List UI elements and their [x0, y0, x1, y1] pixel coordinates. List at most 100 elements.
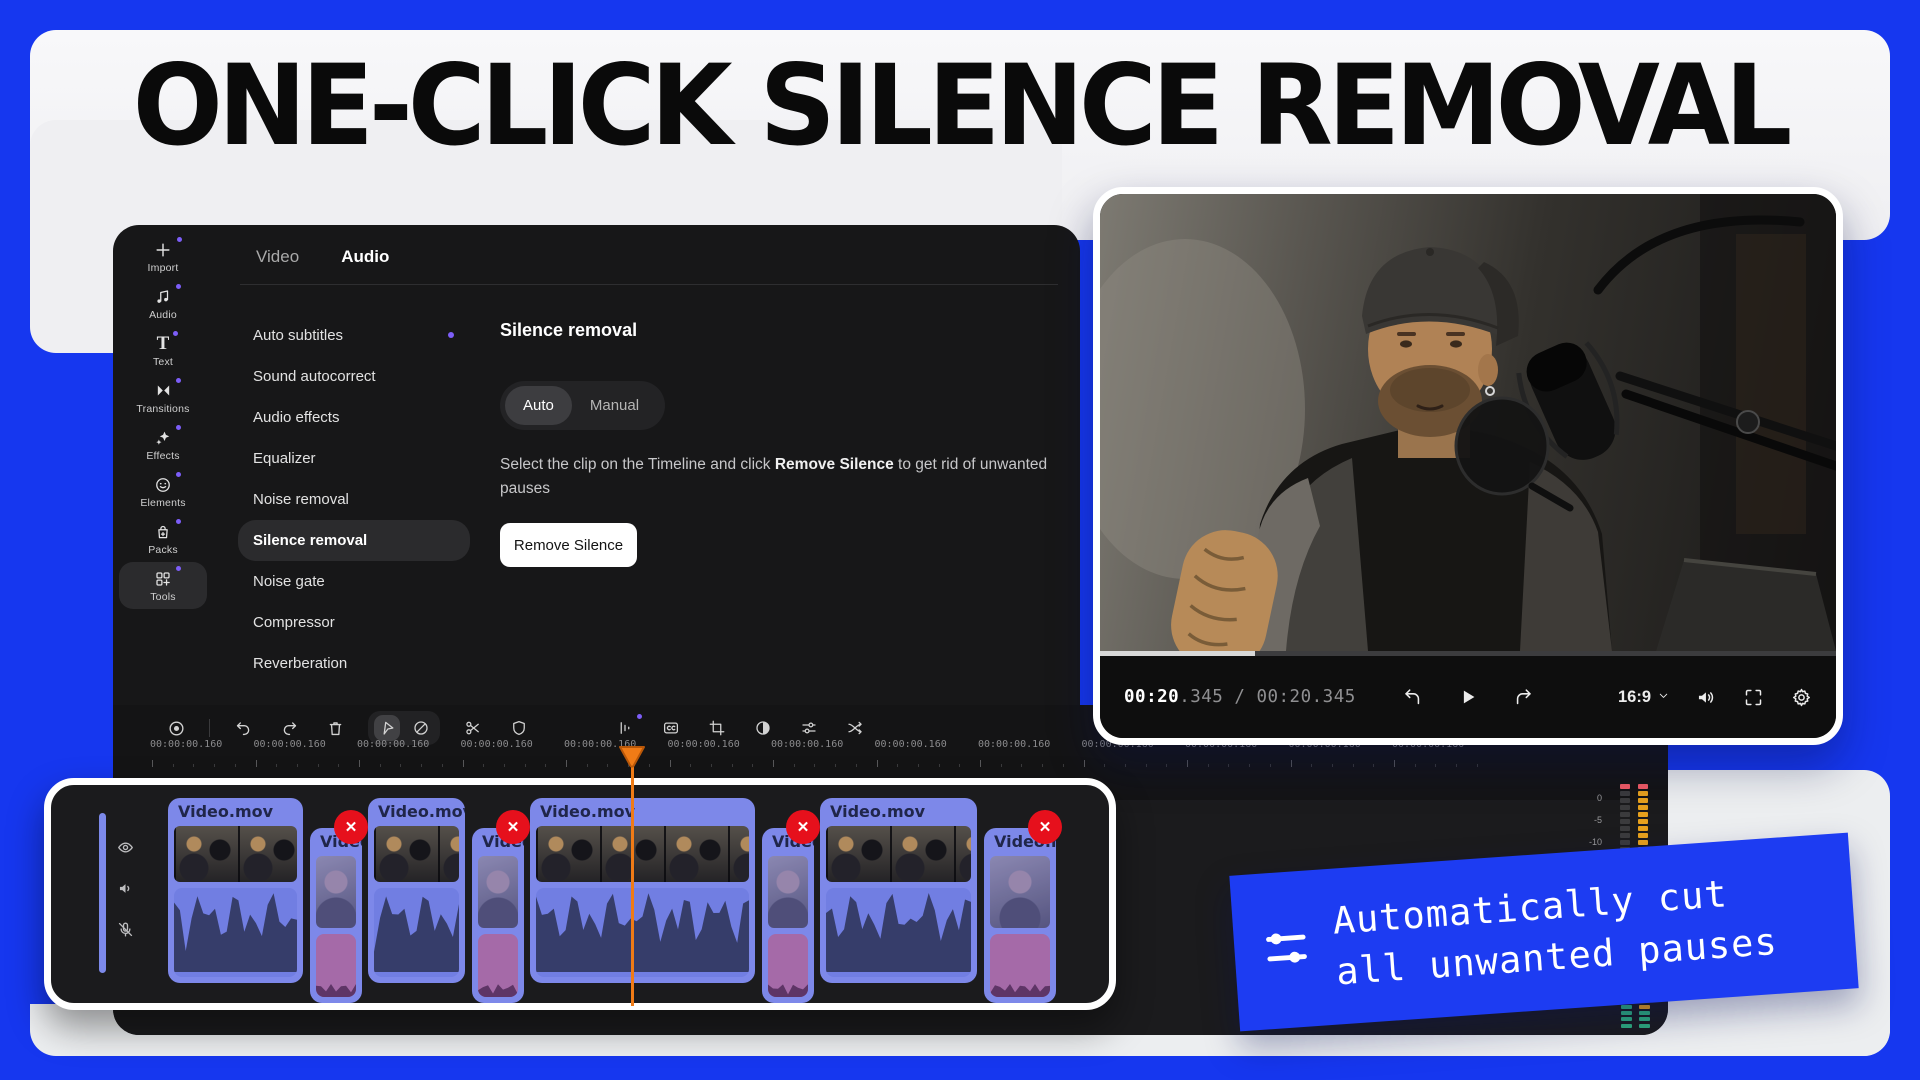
tab-divider — [240, 284, 1058, 285]
delete-silence-badge[interactable]: ✕ — [334, 810, 368, 844]
redo-icon[interactable] — [276, 715, 302, 741]
track-accent-bar — [99, 813, 106, 973]
track-header — [113, 835, 137, 941]
sidebar-item-import[interactable]: Import — [119, 233, 207, 280]
mode-auto-button[interactable]: Auto — [505, 386, 572, 425]
menu-item-silence-removal[interactable]: Silence removal — [238, 520, 470, 561]
slip-icon[interactable] — [408, 715, 434, 741]
split-icon[interactable] — [842, 715, 868, 741]
clip-name: Video.mov — [378, 802, 465, 821]
video-preview-card: 00:20.345 / 00:20.345 16:9 — [1093, 187, 1843, 745]
ruler-label: 00:00:00.160 — [875, 739, 947, 750]
sidebar-rail: Import Audio T Text Transitions Effects … — [119, 233, 207, 609]
timeline-clip-video[interactable]: Video.mov — [168, 798, 303, 983]
speaker-icon[interactable] — [113, 876, 137, 900]
text-icon: T — [157, 333, 170, 354]
adjust-icon[interactable] — [796, 715, 822, 741]
playhead-handle[interactable] — [617, 744, 647, 770]
sidebar-item-transitions[interactable]: Transitions — [119, 374, 207, 421]
menu-item-noise-removal[interactable]: Noise removal — [238, 479, 470, 520]
shield-icon[interactable] — [506, 715, 532, 741]
delete-silence-badge[interactable]: ✕ — [496, 810, 530, 844]
tab-audio[interactable]: Audio — [341, 247, 389, 267]
delete-silence-badge[interactable]: ✕ — [1028, 810, 1062, 844]
plus-icon — [153, 239, 173, 260]
menu-item-sound-autocorrect[interactable]: Sound autocorrect — [238, 356, 470, 397]
ruler-label: 00:00:00.160 — [357, 739, 429, 750]
audio-tools-menu: Auto subtitlesSound autocorrectAudio eff… — [238, 315, 470, 684]
play-icon[interactable] — [1455, 684, 1481, 710]
notification-dot — [176, 566, 181, 571]
sidebar-item-effects[interactable]: Effects — [119, 421, 207, 468]
ruler-label: 00:00:00.160 — [668, 739, 740, 750]
eye-icon[interactable] — [113, 835, 137, 859]
ruler-label: 00:00:00.160 — [254, 739, 326, 750]
silence-waveform — [478, 934, 518, 997]
skip-forward-icon[interactable] — [1511, 684, 1537, 710]
pane-title: Silence removal — [500, 320, 637, 341]
clip-thumbnail — [768, 856, 808, 928]
menu-item-noise-gate[interactable]: Noise gate — [238, 561, 470, 602]
remove-silence-button[interactable]: Remove Silence — [500, 523, 637, 567]
timeline-clip-video[interactable]: Video.mov — [820, 798, 977, 983]
timeline-clip-silence[interactable]: Video.mov ✕ — [472, 828, 524, 1003]
notification-dot — [176, 519, 181, 524]
ruler-label: 00:00:00.160 — [978, 739, 1050, 750]
sidebar-item-packs[interactable]: Packs — [119, 515, 207, 562]
timeline-clip-video[interactable]: Video.mov — [368, 798, 465, 983]
pane-description: Select the clip on the Timeline and clic… — [500, 453, 1065, 501]
sidebar-item-elements[interactable]: Elements — [119, 468, 207, 515]
skip-back-icon[interactable] — [1399, 684, 1425, 710]
note-icon — [154, 286, 172, 307]
menu-item-reverberation[interactable]: Reverberation — [238, 643, 470, 684]
delete-silence-badge[interactable]: ✕ — [786, 810, 820, 844]
menu-item-auto-subtitles[interactable]: Auto subtitles — [238, 315, 470, 356]
timeline-clip-silence[interactable]: Video.mov ✕ — [762, 828, 814, 1003]
sidebar-item-tools[interactable]: Tools — [119, 562, 207, 609]
sidebar-item-audio[interactable]: Audio — [119, 280, 207, 327]
clip-thumbnail — [316, 856, 356, 928]
notification-dot — [637, 714, 642, 719]
crop-icon[interactable] — [704, 715, 730, 741]
mode-manual-button[interactable]: Manual — [572, 386, 657, 425]
sliders-icon — [1259, 920, 1315, 980]
notification-dot — [176, 472, 181, 477]
video-frame[interactable] — [1100, 194, 1836, 651]
clip-filmstrip — [174, 826, 297, 882]
notification-dot — [448, 332, 454, 338]
page-title: ONE-CLICK SILENCE REMOVAL — [30, 41, 1890, 170]
settings-gear-icon[interactable] — [1788, 684, 1814, 710]
player-controls: 00:20.345 / 00:20.345 16:9 — [1100, 656, 1836, 738]
mute-icon[interactable] — [113, 917, 137, 941]
transport-controls — [1399, 684, 1537, 710]
trash-icon[interactable] — [322, 715, 348, 741]
captions-icon[interactable] — [658, 715, 684, 741]
record-icon[interactable] — [163, 715, 189, 741]
menu-item-compressor[interactable]: Compressor — [238, 602, 470, 643]
undo-icon[interactable] — [230, 715, 256, 741]
select-icon[interactable] — [374, 715, 400, 741]
menu-item-audio-effects[interactable]: Audio effects — [238, 397, 470, 438]
notification-dot — [176, 425, 181, 430]
menu-item-equalizer[interactable]: Equalizer — [238, 438, 470, 479]
fullscreen-icon[interactable] — [1740, 684, 1766, 710]
timeline-clip-video[interactable]: Video.mov — [530, 798, 755, 983]
cut-icon[interactable] — [460, 715, 486, 741]
clip-waveform — [374, 888, 459, 977]
chevron-down-icon — [1657, 688, 1670, 707]
ruler-label: 00:00:00.160 — [461, 739, 533, 750]
aspect-ratio-dropdown[interactable]: 16:9 — [1618, 688, 1670, 707]
clip-filmstrip — [536, 826, 749, 882]
notification-dot — [173, 331, 178, 336]
timeline-clip-silence[interactable]: Video.mov ✕ — [310, 828, 362, 1003]
contrast-icon[interactable] — [750, 715, 776, 741]
timeline-clip-silence[interactable]: Video.mov ✕ — [984, 828, 1056, 1003]
tab-video[interactable]: Video — [256, 247, 299, 267]
tab-bar: Video Audio — [256, 247, 389, 267]
ruler-label: 00:00:00.160 — [771, 739, 843, 750]
sidebar-item-text[interactable]: T Text — [119, 327, 207, 374]
timecode: 00:20.345 / 00:20.345 — [1124, 687, 1356, 707]
playhead-line[interactable] — [631, 766, 634, 1006]
volume-icon[interactable] — [1692, 684, 1718, 710]
levels-icon[interactable] — [612, 715, 638, 741]
